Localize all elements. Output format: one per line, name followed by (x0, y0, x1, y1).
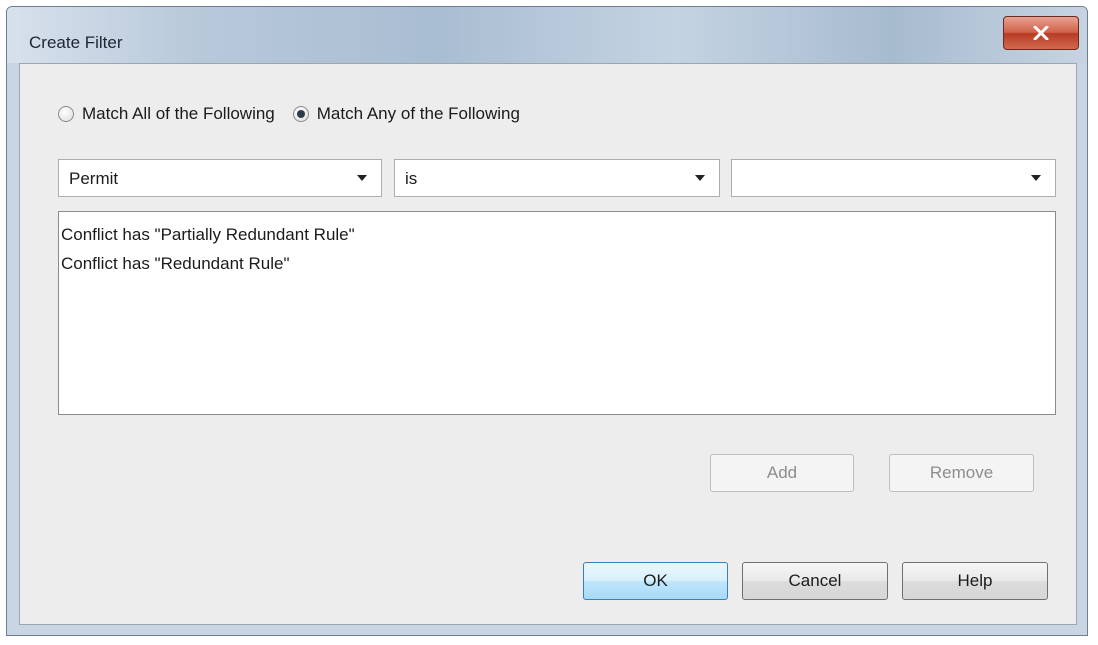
close-icon (1033, 26, 1049, 40)
operator-select-value: is (405, 169, 418, 188)
chevron-down-icon (357, 175, 367, 181)
operator-select[interactable]: is (394, 159, 720, 197)
add-button[interactable]: Add (710, 454, 854, 492)
chevron-down-icon (1031, 175, 1041, 181)
match-mode-group: Match All of the Following Match Any of … (58, 104, 538, 124)
value-select[interactable] (731, 159, 1056, 197)
match-any-radio[interactable] (292, 106, 309, 122)
match-all-option[interactable]: Match All of the Following (58, 104, 275, 124)
create-filter-dialog: Create Filter Match All of the Following… (6, 6, 1088, 636)
criteria-list[interactable]: Conflict has "Partially Redundant Rule" … (58, 211, 1056, 415)
close-button[interactable] (1003, 16, 1079, 50)
chevron-down-icon (695, 175, 705, 181)
title-bar: Create Filter (7, 7, 1087, 63)
cancel-button[interactable]: Cancel (742, 562, 888, 600)
list-item[interactable]: Conflict has "Redundant Rule" (59, 249, 1055, 278)
match-all-label[interactable]: Match All of the Following (82, 104, 275, 124)
list-item[interactable]: Conflict has "Partially Redundant Rule" (59, 220, 1055, 249)
match-any-option[interactable]: Match Any of the Following (292, 104, 520, 124)
help-button[interactable]: Help (902, 562, 1048, 600)
field-select[interactable]: Permit (58, 159, 382, 197)
dialog-title: Create Filter (29, 33, 123, 52)
ok-button[interactable]: OK (583, 562, 728, 600)
dialog-body: Match All of the Following Match Any of … (19, 63, 1077, 625)
match-any-label[interactable]: Match Any of the Following (317, 104, 520, 124)
field-select-value: Permit (69, 169, 119, 188)
match-all-radio[interactable] (58, 106, 74, 122)
remove-button[interactable]: Remove (889, 454, 1034, 492)
